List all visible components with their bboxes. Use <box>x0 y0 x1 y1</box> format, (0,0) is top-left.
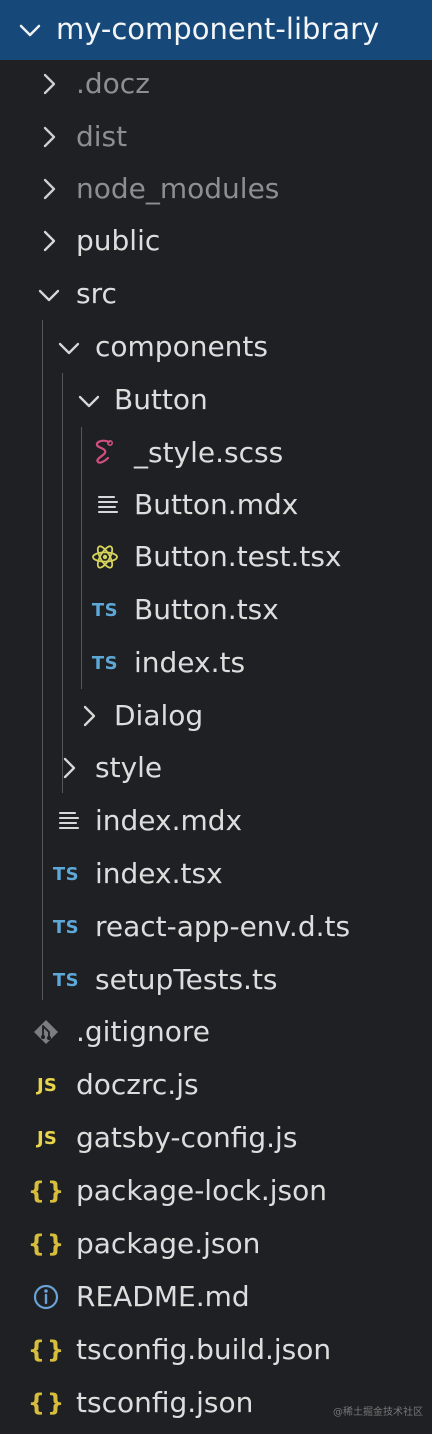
file-label-package-json: package.json <box>76 1227 261 1260</box>
file-row-index-tsx[interactable]: TS index.tsx <box>0 848 432 900</box>
folder-label-src: src <box>76 277 117 310</box>
file-row-index-mdx[interactable]: index.mdx <box>0 795 432 847</box>
file-label-index-ts: index.ts <box>134 646 246 679</box>
chevron-down-icon <box>19 24 41 37</box>
file-label-index-mdx: index.mdx <box>95 804 243 837</box>
file-row-react-app-env[interactable]: TS react-app-env.d.ts <box>0 901 432 953</box>
explorer-root-folder[interactable]: my-component-library <box>0 0 432 60</box>
file-row-readme[interactable]: README.md <box>0 1271 432 1323</box>
info-icon <box>33 1284 59 1310</box>
chevron-right-icon <box>63 757 76 779</box>
folder-row-components[interactable]: components <box>0 321 432 373</box>
file-explorer: my-component-library .docz dist node_mod… <box>0 0 432 1434</box>
lines-icon <box>58 811 80 830</box>
file-label-gatsby-config: gatsby-config.js <box>76 1121 298 1154</box>
file-label-style-scss: _style.scss <box>134 436 284 469</box>
ts-icon: TS <box>52 916 80 938</box>
folder-label-components: components <box>95 330 268 363</box>
chevron-down-icon <box>58 342 80 355</box>
folder-row-docz[interactable]: .docz <box>0 58 432 110</box>
sass-icon <box>95 439 113 464</box>
chevron-down-icon <box>38 289 60 302</box>
folder-row-src[interactable]: src <box>0 268 432 320</box>
file-label-tsconfig-build: tsconfig.build.json <box>76 1333 332 1366</box>
chevron-right-icon <box>43 126 56 148</box>
folder-row-dist[interactable]: dist <box>0 111 432 163</box>
folder-row-dialog[interactable]: Dialog <box>0 690 432 742</box>
file-row-style-scss[interactable]: _style.scss <box>0 426 432 478</box>
ts-icon: TS <box>91 599 119 621</box>
js-icon: JS <box>36 1127 58 1149</box>
ts-icon: TS <box>52 969 80 991</box>
folder-row-node-modules[interactable]: node_modules <box>0 163 432 215</box>
chevron-right-icon <box>43 73 56 95</box>
file-label-react-app-env: react-app-env.d.ts <box>95 910 351 943</box>
file-row-package-json[interactable]: {} package.json <box>0 1218 432 1270</box>
folder-label-dist: dist <box>76 120 128 153</box>
folder-label-docz: .docz <box>76 67 150 100</box>
json-icon: {} <box>27 1389 67 1417</box>
folder-label-public: public <box>76 224 161 257</box>
folder-label-dialog: Dialog <box>114 699 204 732</box>
ts-icon: TS <box>52 863 80 885</box>
json-icon: {} <box>27 1336 67 1364</box>
file-row-button-tsx[interactable]: TS Button.tsx <box>0 584 432 636</box>
ts-icon: TS <box>91 652 119 674</box>
file-label-button-test-tsx: Button.test.tsx <box>134 540 342 573</box>
file-row-gatsby-config[interactable]: JS gatsby-config.js <box>0 1112 432 1164</box>
json-icon: {} <box>27 1177 67 1205</box>
chevron-right-icon <box>43 178 56 200</box>
file-row-button-test-tsx[interactable]: Button.test.tsx <box>0 531 432 583</box>
file-label-readme: README.md <box>76 1280 250 1313</box>
root-folder-label: my-component-library <box>56 12 380 46</box>
folder-row-button[interactable]: Button <box>0 374 432 426</box>
chevron-right-icon <box>43 230 56 252</box>
file-row-gitignore[interactable]: .gitignore <box>0 1006 432 1058</box>
chevron-down-icon <box>78 395 100 408</box>
file-label-doczrc-js: doczrc.js <box>76 1068 199 1101</box>
file-label-package-lock: package-lock.json <box>76 1174 327 1207</box>
git-icon <box>34 1020 58 1044</box>
file-label-index-tsx: index.tsx <box>95 857 223 890</box>
json-icon: {} <box>27 1230 67 1258</box>
file-row-doczrc-js[interactable]: JS doczrc.js <box>0 1059 432 1111</box>
file-row-setup-tests[interactable]: TS setupTests.ts <box>0 954 432 1006</box>
file-row-tsconfig-build[interactable]: {} tsconfig.build.json <box>0 1324 432 1376</box>
folder-label-style: style <box>95 751 163 784</box>
folder-label-button: Button <box>114 383 208 416</box>
chevron-right-icon <box>83 705 96 727</box>
file-label-gitignore: .gitignore <box>76 1015 210 1048</box>
folder-label-node-modules: node_modules <box>76 172 280 205</box>
file-label-button-mdx: Button.mdx <box>134 488 299 521</box>
react-icon <box>92 545 118 569</box>
file-label-button-tsx: Button.tsx <box>134 593 279 626</box>
watermark: @稀土掘金技术社区 <box>333 1407 423 1418</box>
file-row-package-lock[interactable]: {} package-lock.json <box>0 1165 432 1217</box>
file-row-index-ts[interactable]: TS index.ts <box>0 637 432 689</box>
file-label-setup-tests: setupTests.ts <box>95 963 278 996</box>
folder-row-style[interactable]: style <box>0 742 432 794</box>
file-row-button-mdx[interactable]: Button.mdx <box>0 479 432 531</box>
js-icon: JS <box>36 1074 58 1096</box>
folder-row-public[interactable]: public <box>0 215 432 267</box>
lines-icon <box>97 495 119 514</box>
file-label-tsconfig-json: tsconfig.json <box>76 1386 254 1419</box>
